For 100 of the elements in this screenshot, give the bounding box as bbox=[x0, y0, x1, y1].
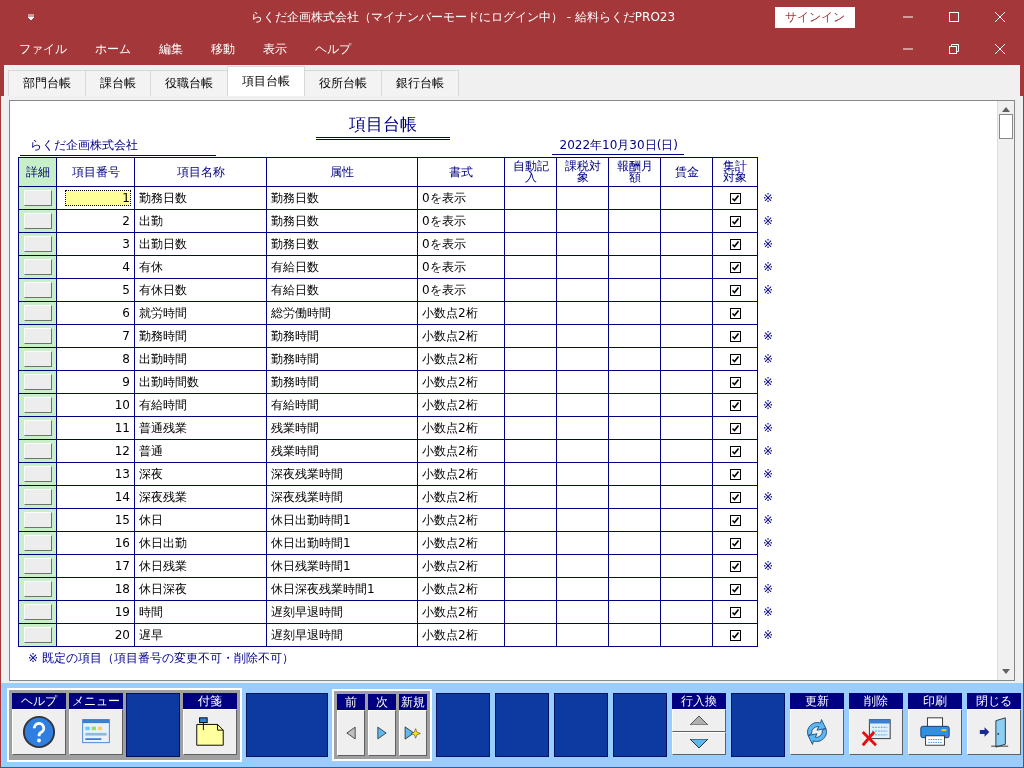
checkbox[interactable] bbox=[729, 238, 741, 250]
table-cell[interactable]: 9 bbox=[122, 375, 130, 390]
maximize-icon[interactable] bbox=[949, 12, 959, 23]
checkbox[interactable] bbox=[729, 192, 741, 204]
table-cell[interactable]: 1 bbox=[66, 191, 130, 206]
table-cell[interactable]: 11 bbox=[114, 421, 130, 436]
table-cell[interactable]: 2 bbox=[122, 214, 130, 229]
detail-button[interactable] bbox=[23, 627, 52, 644]
checkbox[interactable] bbox=[729, 330, 741, 342]
detail-button[interactable] bbox=[23, 535, 52, 552]
tab[interactable]: 部門台帳 bbox=[8, 70, 86, 97]
toolbar-button[interactable] bbox=[12, 708, 66, 755]
menu-item[interactable]: 表示 bbox=[249, 40, 301, 58]
note-mark: ※ bbox=[763, 352, 774, 367]
table-cell[interactable]: 15 bbox=[114, 513, 130, 528]
checkbox[interactable] bbox=[729, 422, 741, 434]
detail-button[interactable] bbox=[23, 558, 52, 575]
menu-item[interactable]: ファイル bbox=[5, 40, 81, 58]
detail-button[interactable] bbox=[23, 190, 52, 207]
checkbox[interactable] bbox=[729, 445, 741, 457]
note-mark: ※ bbox=[763, 628, 774, 643]
detail-button[interactable] bbox=[23, 328, 52, 345]
detail-button[interactable] bbox=[23, 351, 52, 368]
table-cell[interactable]: 12 bbox=[114, 444, 130, 459]
checkbox[interactable] bbox=[729, 215, 741, 227]
note-mark: ※ bbox=[763, 421, 774, 436]
detail-button[interactable] bbox=[23, 397, 52, 414]
menu-item[interactable]: ホーム bbox=[81, 40, 145, 58]
checkbox[interactable] bbox=[729, 353, 741, 365]
toolbar-button[interactable] bbox=[399, 709, 427, 756]
tab[interactable]: 項目台帳 bbox=[227, 66, 305, 97]
table-cell[interactable]: 17 bbox=[114, 559, 130, 574]
checkbox[interactable] bbox=[729, 537, 741, 549]
close-icon[interactable] bbox=[995, 12, 1005, 23]
checkbox[interactable] bbox=[729, 284, 741, 296]
close-icon[interactable] bbox=[995, 44, 1005, 55]
move-up-button[interactable] bbox=[672, 708, 726, 732]
table-cell[interactable]: 13 bbox=[114, 467, 130, 482]
detail-button[interactable] bbox=[23, 581, 52, 598]
menu-item[interactable]: ヘルプ bbox=[301, 40, 365, 58]
table-cell[interactable]: 16 bbox=[114, 536, 130, 551]
detail-button[interactable] bbox=[23, 305, 52, 322]
detail-button[interactable] bbox=[23, 466, 52, 483]
button-label: 次 bbox=[368, 693, 396, 710]
note-mark: ※ bbox=[763, 467, 774, 482]
checkbox[interactable] bbox=[729, 261, 741, 273]
table-cell[interactable]: 8 bbox=[122, 352, 130, 367]
checkbox[interactable] bbox=[729, 583, 741, 595]
checkbox[interactable] bbox=[729, 307, 741, 319]
detail-button[interactable] bbox=[23, 443, 52, 460]
note-mark: ※ bbox=[763, 214, 774, 229]
checkbox[interactable] bbox=[729, 514, 741, 526]
restore-icon[interactable] bbox=[949, 44, 959, 55]
button-label: 印刷 bbox=[908, 692, 962, 709]
checkbox[interactable] bbox=[729, 629, 741, 641]
toolbar-button[interactable] bbox=[908, 708, 962, 755]
checkbox[interactable] bbox=[729, 399, 741, 411]
column-header: 賃金 bbox=[660, 157, 713, 187]
note-mark: ※ bbox=[763, 605, 774, 620]
table-cell[interactable]: 7 bbox=[122, 329, 130, 344]
table-cell[interactable]: 19 bbox=[114, 605, 130, 620]
checkbox[interactable] bbox=[729, 376, 741, 388]
scrollbar-thumb[interactable] bbox=[999, 114, 1013, 140]
table-cell[interactable]: 5 bbox=[122, 283, 130, 298]
sign-in-button[interactable]: サインイン bbox=[775, 6, 855, 28]
move-down-button[interactable] bbox=[672, 731, 726, 755]
detail-button[interactable] bbox=[23, 259, 52, 276]
checkbox[interactable] bbox=[729, 491, 741, 503]
toolbar-button[interactable] bbox=[849, 708, 903, 755]
toolbar-button[interactable] bbox=[790, 708, 844, 755]
table-cell: 休日 bbox=[134, 508, 267, 532]
toolbar-button[interactable] bbox=[368, 709, 396, 756]
detail-button[interactable] bbox=[23, 374, 52, 391]
checkbox[interactable] bbox=[729, 468, 741, 480]
table-cell: 残業時間 bbox=[266, 416, 418, 440]
detail-button[interactable] bbox=[23, 213, 52, 230]
toolbar-button[interactable] bbox=[183, 708, 237, 755]
table-cell[interactable]: 10 bbox=[114, 398, 130, 413]
tab[interactable]: 銀行台帳 bbox=[381, 70, 459, 97]
table-cell[interactable]: 3 bbox=[122, 237, 130, 252]
quick-access-icon[interactable] bbox=[27, 13, 35, 22]
table-cell[interactable]: 14 bbox=[114, 490, 130, 505]
detail-button[interactable] bbox=[23, 420, 52, 437]
table-cell[interactable]: 6 bbox=[122, 306, 130, 321]
toolbar-button[interactable] bbox=[967, 708, 1021, 755]
toolbar-button[interactable] bbox=[337, 709, 365, 756]
detail-button[interactable] bbox=[23, 236, 52, 253]
table-cell[interactable]: 20 bbox=[114, 628, 130, 643]
table-cell[interactable]: 18 bbox=[114, 582, 130, 597]
checkbox[interactable] bbox=[729, 560, 741, 572]
scroll-down-icon[interactable] bbox=[1002, 668, 1010, 674]
checkbox[interactable] bbox=[729, 606, 741, 618]
toolbar-button[interactable] bbox=[69, 708, 123, 755]
detail-button[interactable] bbox=[23, 489, 52, 506]
detail-button[interactable] bbox=[23, 512, 52, 529]
detail-button[interactable] bbox=[23, 604, 52, 621]
menu-item[interactable]: 移動 bbox=[197, 40, 249, 58]
detail-button[interactable] bbox=[23, 282, 52, 299]
menu-item[interactable]: 編集 bbox=[145, 40, 197, 58]
table-cell[interactable]: 4 bbox=[122, 260, 130, 275]
